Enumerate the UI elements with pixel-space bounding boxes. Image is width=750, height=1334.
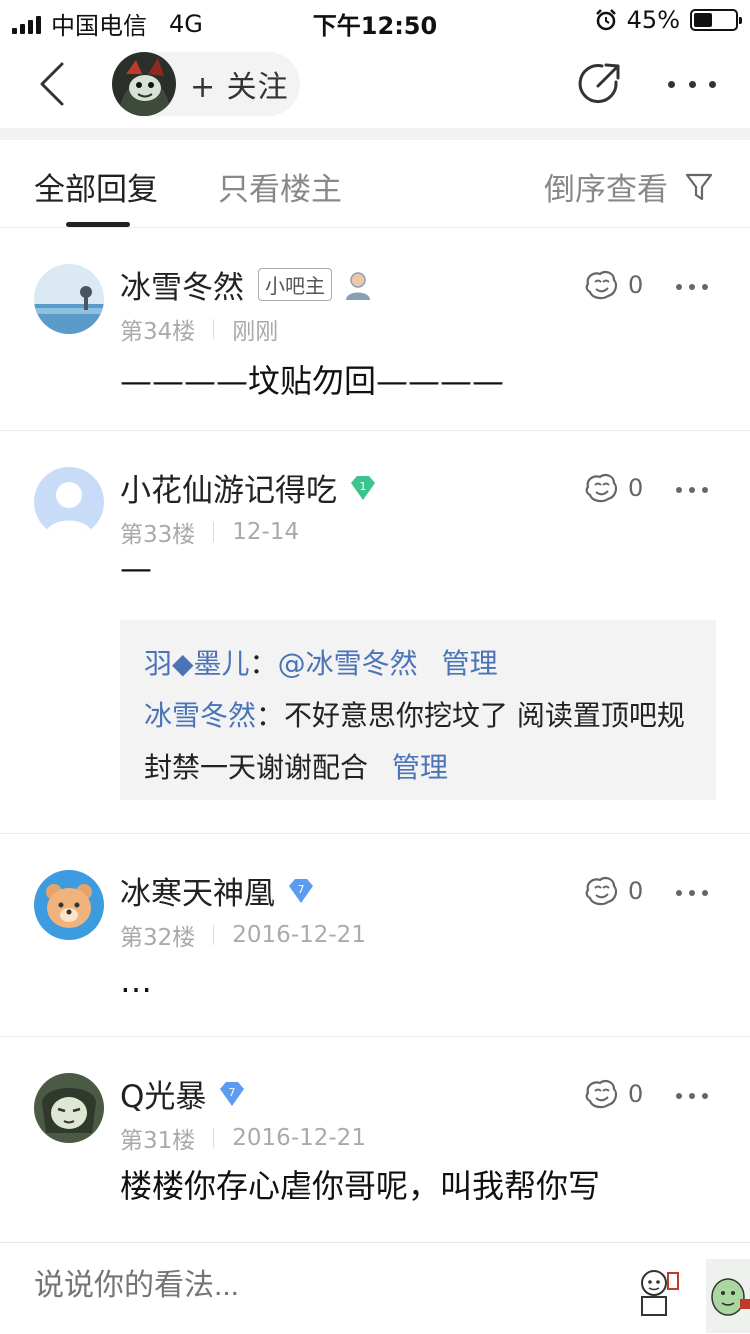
like-button[interactable]: 0 xyxy=(582,268,643,302)
floor-number: 第34楼 xyxy=(120,319,196,345)
reply-meta: 第31楼 2016-12-21 xyxy=(120,1121,366,1155)
manage-link[interactable]: 管理 xyxy=(442,647,498,680)
like-button[interactable]: 0 xyxy=(582,1077,643,1111)
reply-author-row: 小花仙游记得吃 1 xyxy=(120,465,379,510)
sub-reply: 冰雪冬然：不好意思你挖坟了 阅读置顶吧规封禁一天谢谢配合 管理 xyxy=(144,699,685,784)
reply-item: 冰寒天神凰 7 第32楼 2016-12-21 0 … xyxy=(0,834,750,1037)
more-icon xyxy=(676,284,682,290)
avatar[interactable] xyxy=(34,1073,104,1143)
like-count: 0 xyxy=(628,271,644,299)
level-badge-icon: 1 xyxy=(351,475,375,500)
sub-reply-author[interactable]: 羽◆墨儿 xyxy=(144,647,250,680)
reply-content: … xyxy=(120,962,152,1000)
reply-item: 冰雪冬然 小吧主 第34楼 刚刚 0 ————坟贴勿回———— xyxy=(0,228,750,431)
level-number: 7 xyxy=(229,1086,236,1099)
more-button[interactable] xyxy=(668,64,716,104)
poster-avatar xyxy=(112,52,176,116)
tab-owner-only[interactable]: 只看楼主 xyxy=(218,164,342,209)
reply-time: 2016-12-21 xyxy=(232,1125,366,1151)
reply-more-button[interactable] xyxy=(676,284,708,290)
author-name[interactable]: Q光暴 xyxy=(120,1071,206,1116)
follow-label: + 关注 xyxy=(190,70,289,105)
avatar[interactable] xyxy=(34,870,104,940)
reply-time: 12-14 xyxy=(232,519,300,545)
reply-content: ————坟贴勿回———— xyxy=(120,362,505,400)
reply-content: — xyxy=(120,549,152,587)
level-number: 7 xyxy=(298,883,305,896)
filter-icon xyxy=(685,173,713,200)
active-tab-indicator xyxy=(66,222,130,227)
comment-input[interactable] xyxy=(34,1269,554,1303)
battery-fill xyxy=(694,13,712,27)
avatar[interactable] xyxy=(34,467,104,537)
mention-link[interactable]: @冰雪冬然 xyxy=(278,647,418,680)
reply-meta: 第34楼 刚刚 xyxy=(120,312,278,346)
floor-number: 第32楼 xyxy=(120,925,196,951)
share-button[interactable] xyxy=(576,60,624,108)
back-button[interactable] xyxy=(28,56,78,112)
reply-more-button[interactable] xyxy=(676,1093,708,1099)
author-name[interactable]: 冰雪冬然 xyxy=(120,262,244,307)
author-name[interactable]: 小花仙游记得吃 xyxy=(120,465,337,510)
floor-number: 第31楼 xyxy=(120,1128,196,1154)
share-icon xyxy=(578,63,620,104)
sub-reply-box: 羽◆墨儿：@冰雪冬然 管理 冰雪冬然：不好意思你挖坟了 阅读置顶吧规封禁一天谢谢配… xyxy=(120,620,716,800)
sort-order-button[interactable]: 倒序查看 xyxy=(544,164,714,209)
reply-author-row: 冰雪冬然 小吧主 xyxy=(120,262,374,307)
reply-author-row: Q光暴 7 xyxy=(120,1071,248,1116)
reply-content: 楼楼你存心虐你哥呢，叫我帮你写 xyxy=(120,1167,601,1205)
more-icon xyxy=(676,890,682,896)
sort-label: 倒序查看 xyxy=(544,172,668,208)
like-icon xyxy=(585,473,618,503)
reply-item: Q光暴 7 第31楼 2016-12-21 0 楼楼你存心虐你哥呢，叫我帮你写 xyxy=(0,1037,750,1242)
reply-meta: 第33楼 12-14 xyxy=(120,515,299,549)
battery-percent: 45% xyxy=(626,6,680,34)
emoji-panel-thumbnail[interactable] xyxy=(706,1259,750,1333)
reply-more-button[interactable] xyxy=(676,890,708,896)
moderator-badge: 小吧主 xyxy=(258,268,332,301)
battery-icon xyxy=(690,9,742,31)
like-count: 0 xyxy=(628,877,644,905)
status-bar: 中国电信 4G 下午12:50 45% xyxy=(0,0,750,42)
reply-item: 小花仙游记得吃 1 第33楼 12-14 0 — 羽◆墨儿：@冰雪冬然 管理 冰雪… xyxy=(0,431,750,834)
chevron-left-icon xyxy=(40,62,64,106)
reply-more-button[interactable] xyxy=(676,487,708,493)
like-count: 0 xyxy=(628,474,644,502)
like-button[interactable]: 0 xyxy=(582,471,643,505)
sticker-icon[interactable] xyxy=(632,1265,684,1321)
section-divider xyxy=(0,128,750,140)
like-icon xyxy=(585,876,618,906)
avatar[interactable] xyxy=(34,264,104,334)
more-icon xyxy=(676,487,682,493)
user-role-icon xyxy=(346,271,370,300)
more-icon xyxy=(668,80,675,88)
level-badge-icon: 7 xyxy=(220,1081,245,1106)
sub-reply-author[interactable]: 冰雪冬然 xyxy=(144,699,256,732)
like-button[interactable]: 0 xyxy=(582,874,643,908)
reply-author-row: 冰寒天神凰 7 xyxy=(120,868,317,913)
floor-number: 第33楼 xyxy=(120,522,196,548)
top-nav-bar: + 关注 xyxy=(0,42,750,128)
follow-button[interactable]: + 关注 xyxy=(112,52,300,116)
reply-time: 2016-12-21 xyxy=(232,922,366,948)
like-icon xyxy=(585,1079,618,1109)
alarm-icon xyxy=(595,9,616,31)
reply-time: 刚刚 xyxy=(232,319,279,345)
author-name[interactable]: 冰寒天神凰 xyxy=(120,868,275,913)
more-icon xyxy=(676,1093,682,1099)
comment-bar xyxy=(0,1242,750,1334)
manage-link[interactable]: 管理 xyxy=(392,751,448,784)
reply-filter-tabs: 全部回复 只看楼主 倒序查看 xyxy=(0,140,750,228)
sub-reply: 羽◆墨儿：@冰雪冬然 管理 xyxy=(144,647,498,680)
status-right: 45% xyxy=(595,6,742,34)
level-badge-icon: 7 xyxy=(289,878,313,903)
tab-all-replies[interactable]: 全部回复 xyxy=(34,164,158,209)
like-icon xyxy=(585,270,618,300)
reply-meta: 第32楼 2016-12-21 xyxy=(120,918,366,952)
like-count: 0 xyxy=(628,1080,644,1108)
level-number: 1 xyxy=(360,480,367,493)
